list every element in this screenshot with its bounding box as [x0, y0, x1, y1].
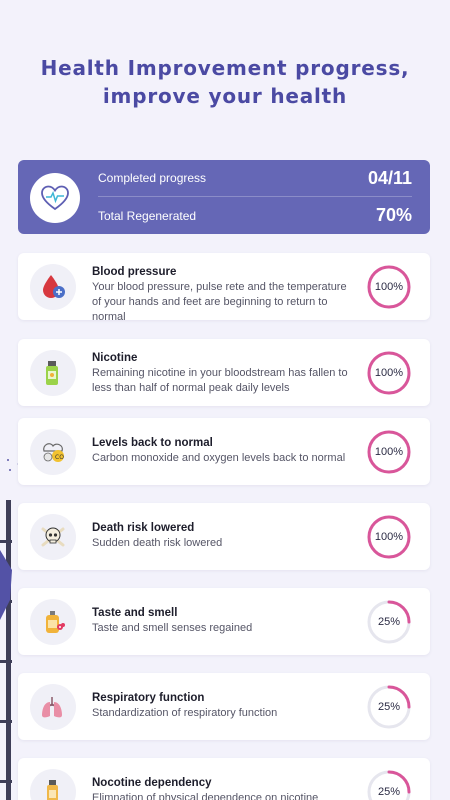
milestone-title: Levels back to normal: [92, 437, 213, 449]
ladder-rung: [0, 720, 12, 723]
milestone-description: Elimnation of physical dependence on nic…: [92, 792, 319, 800]
progress-percent: 100%: [374, 281, 404, 293]
perfume-flower-icon: [30, 599, 76, 645]
total-regenerated-value: 70%: [375, 205, 412, 225]
milestone-description: Remaining nicotine in your bloodstream h…: [92, 367, 348, 394]
milestone-title: Nocotine dependency: [92, 777, 212, 789]
progress-percent: 25%: [377, 616, 401, 628]
milestone-card-death-risk[interactable]: Death risk lowered Sudden death risk low…: [18, 503, 430, 570]
page-title: Health Improvement progress, improve you…: [0, 54, 450, 110]
nicotine-vial-icon: [30, 769, 76, 800]
milestone-card-nicotine-dependency[interactable]: Nocotine dependency Elimnation of physic…: [18, 758, 430, 800]
milestone-card-respiratory[interactable]: Respiratory function Standardization of …: [18, 673, 430, 740]
milestone-description: Standardization of respiratory function: [92, 707, 278, 719]
milestone-card-nicotine[interactable]: Nicotine Remaining nicotine in your bloo…: [18, 339, 430, 406]
nicotine-bottle-icon: [30, 350, 76, 396]
progress-ring: 25%: [366, 684, 412, 730]
lungs-icon: [30, 684, 76, 730]
progress-ring: 25%: [366, 769, 412, 800]
heart-pulse-icon: [30, 173, 80, 223]
milestone-title: Death risk lowered: [92, 522, 195, 534]
milestone-description: Carbon monoxide and oxygen levels back t…: [92, 452, 346, 464]
progress-percent: 100%: [374, 367, 404, 379]
progress-ring: 100%: [366, 350, 412, 396]
blood-drop-icon: [30, 264, 76, 310]
milestone-card-blood-pressure[interactable]: Blood pressure Your blood pressure, puls…: [18, 253, 430, 323]
progress-percent: 100%: [374, 446, 404, 458]
progress-ring: 100%: [366, 429, 412, 475]
completed-progress-label: Completed progress: [98, 171, 207, 185]
milestone-description: Taste and smell senses regained: [92, 622, 253, 634]
total-regenerated-label: Total Regenerated: [98, 208, 197, 223]
co2-cloud-icon: CO: [30, 429, 76, 475]
completed-progress-value: 04/11: [367, 167, 412, 188]
progress-percent: 100%: [374, 531, 404, 543]
progress-ring: 25%: [366, 599, 412, 645]
svg-text:CO: CO: [55, 454, 64, 461]
milestone-title: Respiratory function: [92, 692, 205, 704]
milestone-description: Sudden death risk lowered: [92, 537, 223, 549]
milestone-title: Blood pressure: [92, 266, 177, 278]
milestone-title: Nicotine: [92, 352, 138, 364]
figure-silhouette-icon: [0, 550, 12, 620]
ladder-rung: [0, 660, 12, 663]
progress-percent: 25%: [377, 786, 401, 798]
completed-progress-row: Completed progress 04/11: [98, 160, 412, 197]
milestone-card-levels-normal[interactable]: CO Levels back to normal Carbon monoxide…: [18, 418, 430, 485]
skull-crossbones-icon: [30, 514, 76, 560]
summary-card: Completed progress 04/11 Total Regenerat…: [18, 160, 430, 234]
ladder-rung: [0, 780, 12, 783]
milestone-description: Your blood pressure, pulse rete and the …: [92, 281, 347, 323]
milestone-title: Taste and smell: [92, 607, 178, 619]
title-line-2: improve your health: [102, 84, 348, 108]
progress-percent: 25%: [377, 701, 401, 713]
progress-ring: 100%: [366, 264, 412, 310]
milestone-card-taste-smell[interactable]: Taste and smell Taste and smell senses r…: [18, 588, 430, 655]
progress-ring: 100%: [366, 514, 412, 560]
title-line-1: Health Improvement progress,: [40, 56, 410, 80]
total-regenerated-row: Total Regenerated 70%: [98, 197, 412, 234]
